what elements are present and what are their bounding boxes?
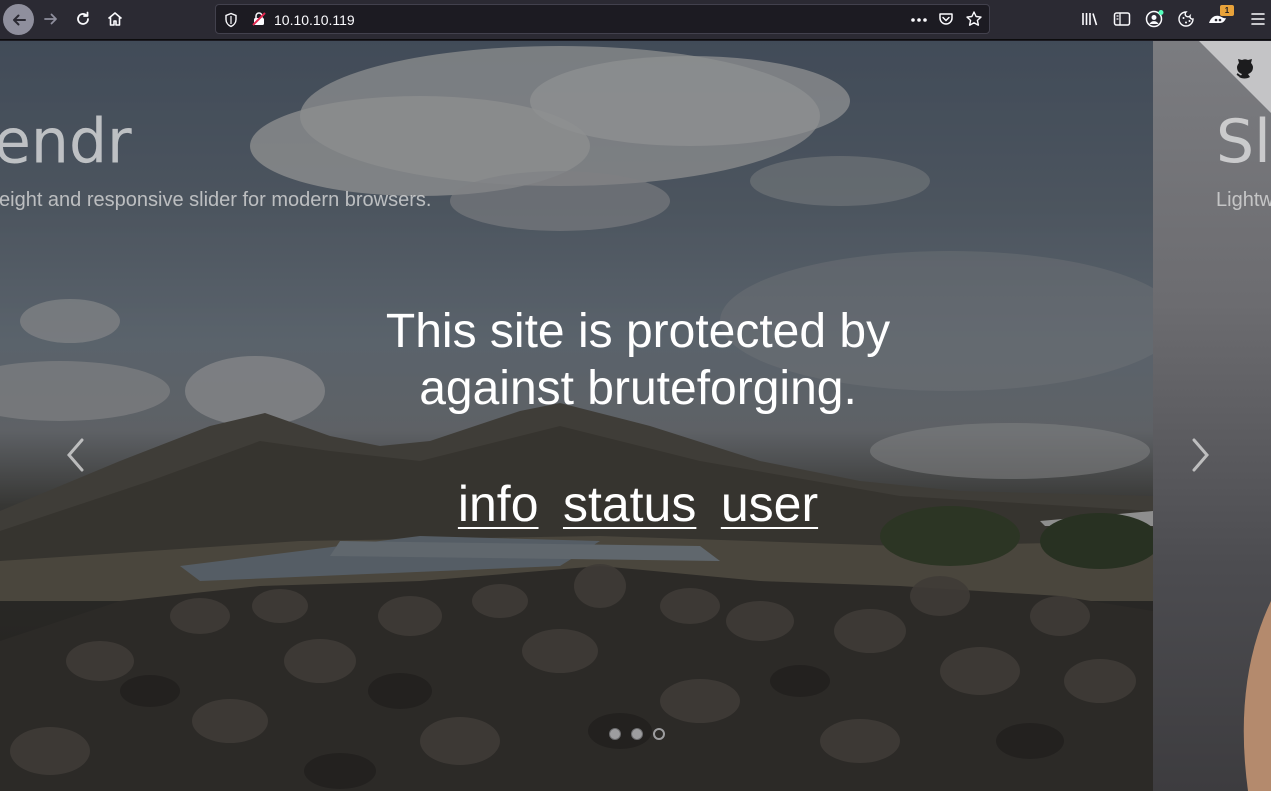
github-octocat-icon[interactable] [1231,53,1267,89]
home-icon [107,12,123,26]
back-arrow-icon [12,14,26,25]
slide-subtitle: eight and responsive slider for modern b… [0,189,432,211]
previous-slide-button[interactable] [60,435,90,475]
account-button[interactable] [1139,4,1169,34]
back-button[interactable] [3,4,34,35]
nav-links: info status user [0,475,1271,533]
next-slide-subtitle: Lightw [1216,189,1271,211]
slider-pagination [609,728,665,740]
slide-dot-2[interactable] [631,728,643,740]
pocket-icon[interactable] [938,11,954,27]
sidebar-icon [1113,12,1131,26]
message-line-2: against bruteforging. [419,362,857,415]
status-link[interactable]: status [563,476,696,532]
library-icon [1082,13,1098,26]
shield-icon[interactable] [224,12,238,28]
sidebar-button[interactable] [1107,4,1137,34]
slide-dot-1[interactable] [609,728,621,740]
chevron-left-icon [67,438,84,472]
extension-badge: 1 [1220,5,1234,16]
cookie-button[interactable] [1171,4,1201,34]
reload-button[interactable] [68,4,98,34]
page-viewport: endr eight and responsive slider for mod… [0,41,1271,791]
account-icon [1145,10,1164,28]
user-link[interactable]: user [721,476,818,532]
slide-dot-3[interactable] [653,728,665,740]
menu-icon [1251,13,1265,25]
library-button[interactable] [1075,4,1105,34]
chevron-right-icon [1192,438,1209,472]
info-link[interactable]: info [458,476,539,532]
home-button[interactable] [100,4,130,34]
message-line-1: This site is protected by [385,305,891,358]
url-text[interactable]: 10.10.10.119 [274,12,355,28]
next-slide-title: Sl [1216,107,1271,177]
more-options-icon[interactable] [910,17,928,23]
forward-button[interactable] [36,4,66,34]
menu-button[interactable] [1243,4,1271,34]
bookmark-star-icon[interactable] [965,10,983,28]
slide-title: endr [0,106,132,178]
protection-message: This site is protected by against brutef… [0,303,1271,417]
url-bar[interactable]: 10.10.10.119 [215,4,990,34]
insecure-lock-icon[interactable] [251,11,267,27]
browser-toolbar: 10.10.10.119 1 [0,0,1271,40]
reload-icon [77,11,89,25]
next-slide-button[interactable] [1186,435,1216,475]
cookie-icon [1178,11,1194,27]
forward-arrow-icon [44,13,57,25]
